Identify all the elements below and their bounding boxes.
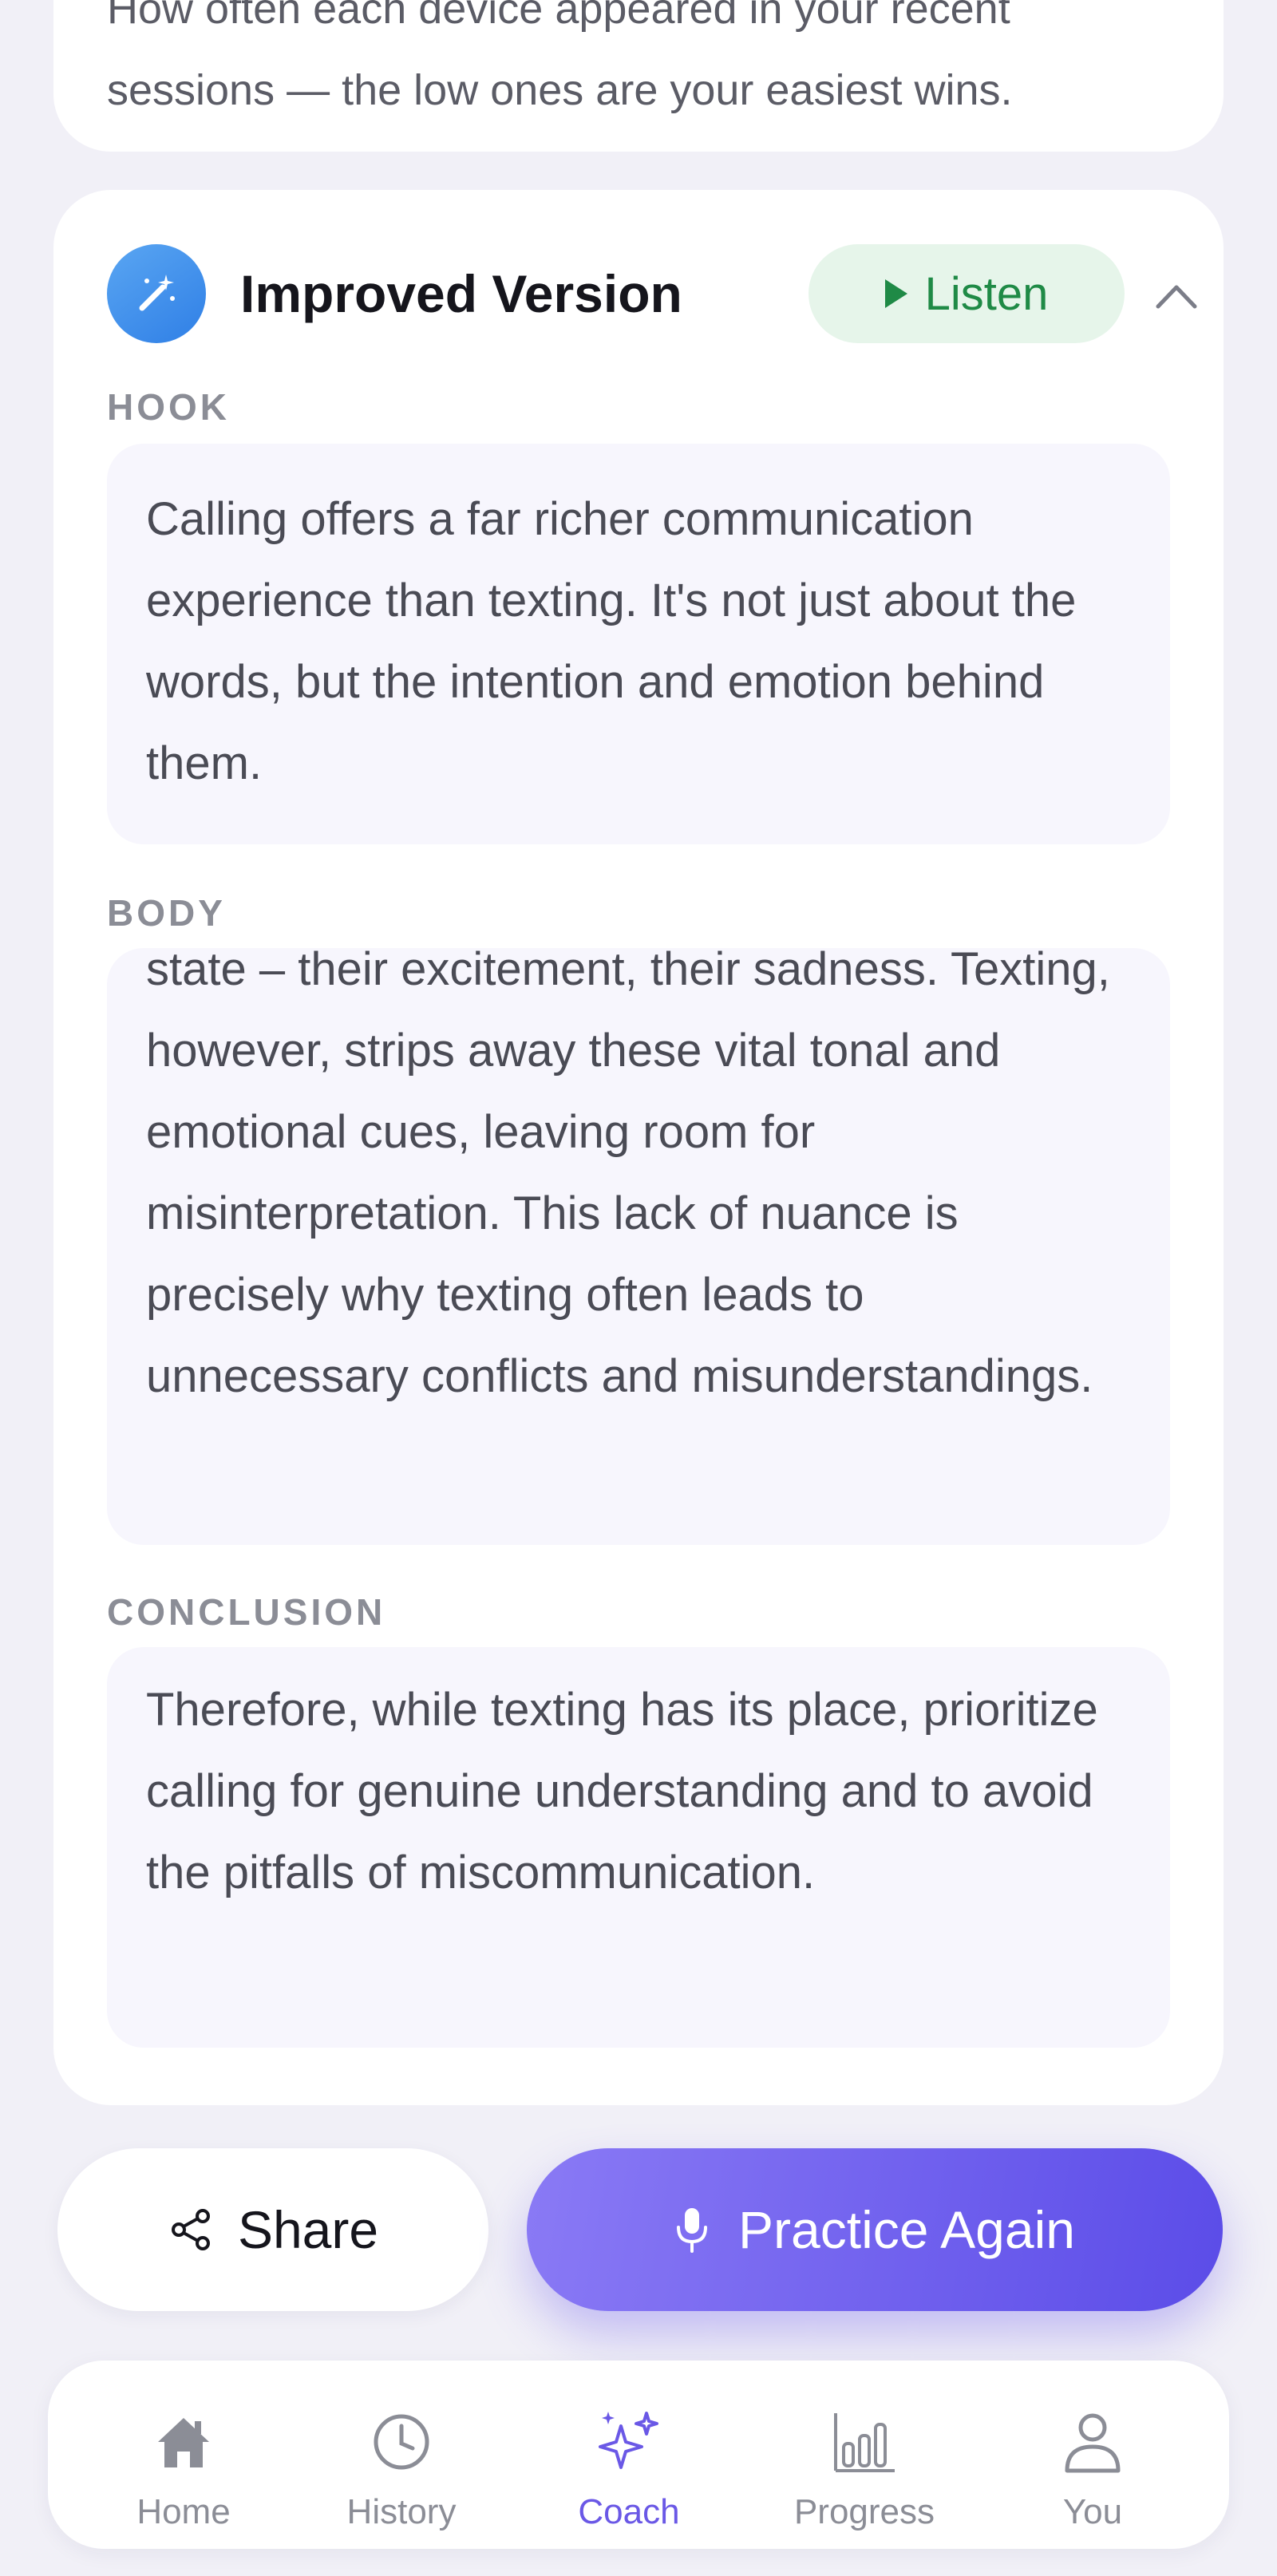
person-icon — [1058, 2407, 1128, 2477]
conclusion-label: CONCLUSION — [107, 1591, 386, 1633]
home-icon — [148, 2407, 219, 2477]
nav-item-history[interactable]: History — [306, 2361, 497, 2549]
card-title: Improved Version — [240, 264, 682, 323]
body-label: BODY — [107, 892, 226, 934]
collapse-button[interactable] — [1141, 260, 1212, 332]
share-icon — [171, 2209, 210, 2250]
nav-label: Coach — [578, 2492, 680, 2531]
clock-icon — [366, 2407, 437, 2477]
share-button[interactable]: Share — [57, 2148, 488, 2311]
hook-box: Calling offers a far richer communicatio… — [107, 444, 1170, 844]
listen-button[interactable]: Listen — [809, 244, 1125, 343]
nav-item-coach[interactable]: Coach — [533, 2361, 725, 2549]
share-label: Share — [237, 2200, 379, 2259]
improved-version-card: Improved Version Listen HOOK Calling off… — [53, 190, 1224, 2105]
play-icon — [884, 279, 907, 308]
hook-text: Calling offers a far richer communicatio… — [146, 493, 1077, 789]
conclusion-text: Therefore, while texting has its place, … — [146, 1684, 1098, 1898]
practice-again-button[interactable]: Practice Again — [527, 2148, 1223, 2311]
nav-item-progress[interactable]: Progress — [769, 2361, 960, 2549]
body-box[interactable]: state – their excitement, their sadness.… — [107, 948, 1170, 1545]
improved-version-header: Improved Version Listen — [53, 190, 1224, 389]
nav-item-you[interactable]: You — [997, 2361, 1188, 2549]
conclusion-box: Therefore, while texting has its place, … — [107, 1647, 1170, 2048]
body-text: state – their excitement, their sadness.… — [146, 948, 1110, 1402]
nav-label: Progress — [793, 2492, 935, 2531]
device-frequency-description: How often each device appeared in your r… — [107, 0, 1013, 114]
microphone-icon — [677, 2208, 708, 2253]
listen-label: Listen — [924, 267, 1049, 320]
bar-chart-icon — [829, 2407, 899, 2477]
device-frequency-card: How often each device appeared in your r… — [53, 0, 1224, 152]
nav-item-home[interactable]: Home — [88, 2361, 279, 2549]
sparkles-icon — [594, 2407, 664, 2477]
nav-label: You — [1062, 2492, 1123, 2531]
bottom-nav: Home History Coach Progress You — [48, 2361, 1229, 2549]
hook-label: HOOK — [107, 386, 230, 428]
chevron-up-icon — [1156, 285, 1197, 309]
nav-label: Home — [136, 2492, 231, 2531]
practice-again-label: Practice Again — [738, 2200, 1075, 2259]
nav-label: History — [346, 2492, 457, 2531]
magic-wand-icon — [107, 244, 206, 343]
